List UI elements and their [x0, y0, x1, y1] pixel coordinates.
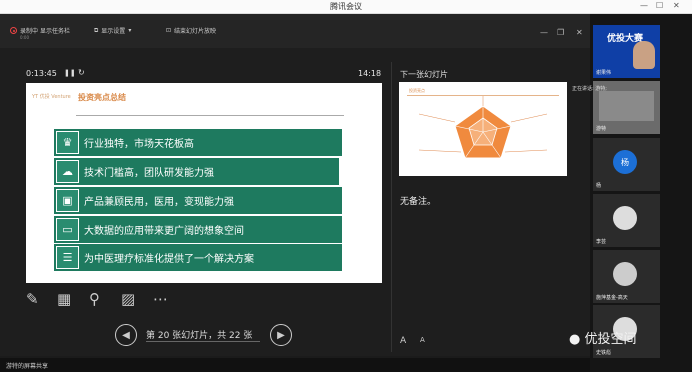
recording-label: 录制中 [20, 28, 39, 35]
next-slide-label: 下一张幻灯片 [400, 70, 448, 79]
window-title: 腾讯会议 [330, 2, 362, 11]
slide-row: ♛ 行业独特，市场天花板高 [54, 129, 342, 156]
avatar: 杨 [613, 150, 637, 174]
notes-zoom-out-button[interactable]: A [420, 336, 425, 344]
slide-divider [76, 115, 344, 116]
folder-icon: ▭ [56, 218, 79, 241]
participant-name: 史铁彪 [596, 350, 612, 356]
show-taskbar-button[interactable]: 显示任务栏 [40, 26, 70, 35]
slide-row: ☁ 技术门槛高，团队研发能力强 [54, 158, 339, 185]
minimize-icon[interactable]: — [640, 1, 648, 10]
participant-name: 游特 [596, 126, 607, 132]
next-slide-button[interactable]: ▶ [270, 324, 292, 346]
previous-slide-button[interactable]: ◀ [115, 324, 137, 346]
pause-icon[interactable]: ❚❚ [64, 69, 76, 77]
all-slides-icon[interactable]: ▦ [57, 290, 71, 308]
recording-indicator[interactable]: 录制中 [10, 26, 38, 35]
participant-name: 杨 [596, 183, 602, 189]
video-feed [599, 91, 654, 121]
display-icon: ⧉ [94, 26, 99, 34]
slideshow-toolbar: 录制中 0:00 显示任务栏 ⧉ 显示设置 ▾ ⊡ 结束幻灯片放映 — ❐ ✕ [0, 14, 590, 48]
slide-row-text: 为中医理疗标准化提供了一个解决方案 [84, 254, 254, 265]
slide-row: ▭ 大数据的应用带来更广阔的想象空间 [54, 216, 342, 243]
zoom-search-icon[interactable]: ⚲ [89, 290, 100, 308]
trophy-icon: ♛ [56, 131, 79, 154]
display-settings-button[interactable]: ⧉ 显示设置 ▾ [94, 26, 132, 36]
slide-row-text: 大数据的应用带来更广阔的想象空间 [84, 226, 244, 237]
participant-name: 李芸 [596, 239, 607, 245]
watermark-text: 优投空间 [584, 332, 637, 347]
pentagon-diagram [418, 96, 548, 159]
chevron-down-icon: ▾ [128, 27, 132, 34]
participant-tile[interactable]: 施萍基金-高天 [593, 250, 660, 303]
database-icon: ☰ [56, 246, 79, 269]
clock: 14:18 [358, 69, 382, 78]
participant-name: 施萍基金-高天 [596, 295, 628, 301]
speaker-notes: 无备注。 [400, 197, 437, 207]
participant-tile[interactable]: 优投大赛 谢果伟 [593, 25, 660, 78]
chevron-right-icon: ▶ [277, 329, 285, 341]
end-slideshow-label: 结束幻灯片放映 [174, 28, 217, 35]
record-icon [10, 27, 17, 34]
slide-row: ▣ 产品兼顾民用，医用，变现能力强 [54, 187, 342, 214]
current-slide: YT 优投 Venture 投资亮点总结 ♛ 行业独特，市场天花板高 ☁ 技术门… [26, 83, 382, 283]
black-screen-icon[interactable]: ▨ [121, 290, 135, 308]
monitor-icon: ▣ [56, 189, 79, 212]
avatar [613, 206, 637, 230]
end-slideshow-icon: ⊡ [166, 27, 172, 34]
display-settings-label: 显示设置 [101, 28, 126, 35]
next-slide-preview[interactable]: 投资亮点 [399, 82, 567, 176]
participant-name: 谢果伟 [596, 70, 612, 76]
panel-divider [391, 62, 392, 352]
slide-row-text: 技术门槛高，团队研发能力强 [84, 168, 214, 179]
participant-tile[interactable]: 杨 杨 [593, 138, 660, 191]
title-bar: 腾讯会议 — ☐ ✕ [0, 0, 692, 14]
minimize-icon[interactable]: — [540, 28, 548, 37]
participant-tile[interactable]: 李芸 [593, 194, 660, 247]
slide-counter: 第 20 张幻灯片，共 22 张 [146, 331, 253, 341]
maximize-icon[interactable]: ☐ [656, 1, 663, 10]
handshake-icon: ☁ [56, 160, 79, 183]
slide-row: ☰ 为中医理疗标准化提供了一个解决方案 [54, 244, 342, 271]
restore-icon[interactable]: ❐ [557, 28, 564, 37]
avatar [613, 262, 637, 286]
video-feed [633, 41, 655, 69]
notes-zoom-in-button[interactable]: A [400, 336, 406, 346]
counter-underline [146, 341, 260, 342]
close-icon[interactable]: ✕ [576, 28, 583, 37]
close-icon[interactable]: ✕ [673, 1, 680, 10]
show-taskbar-label: 显示任务栏 [40, 28, 71, 35]
speaking-indicator: 正在讲话: 游特; [572, 86, 607, 92]
end-slideshow-button[interactable]: ⊡ 结束幻灯片放映 [166, 26, 216, 35]
elapsed-time: 0:13:45 [26, 69, 57, 78]
wechat-watermark: ● 优投空间 [569, 328, 637, 347]
recording-time: 0:00 [20, 35, 29, 40]
more-options-icon[interactable]: ⋯ [153, 290, 168, 308]
slide-row-text: 行业独特，市场天花板高 [84, 139, 194, 150]
wechat-icon: ● [569, 332, 581, 347]
screen-share-status: 游特的屏幕共享 [6, 363, 49, 370]
slide-title: 投资亮点总结 [78, 93, 126, 102]
chevron-left-icon: ◀ [122, 329, 130, 341]
slide-row-text: 产品兼顾民用，医用，变现能力强 [84, 197, 234, 208]
status-bar: 游特的屏幕共享 [0, 358, 590, 372]
slide-logo: YT 优投 Venture [32, 94, 71, 100]
pen-icon[interactable]: ✎ [26, 290, 39, 308]
restart-timer-icon[interactable]: ↻ [78, 68, 85, 77]
